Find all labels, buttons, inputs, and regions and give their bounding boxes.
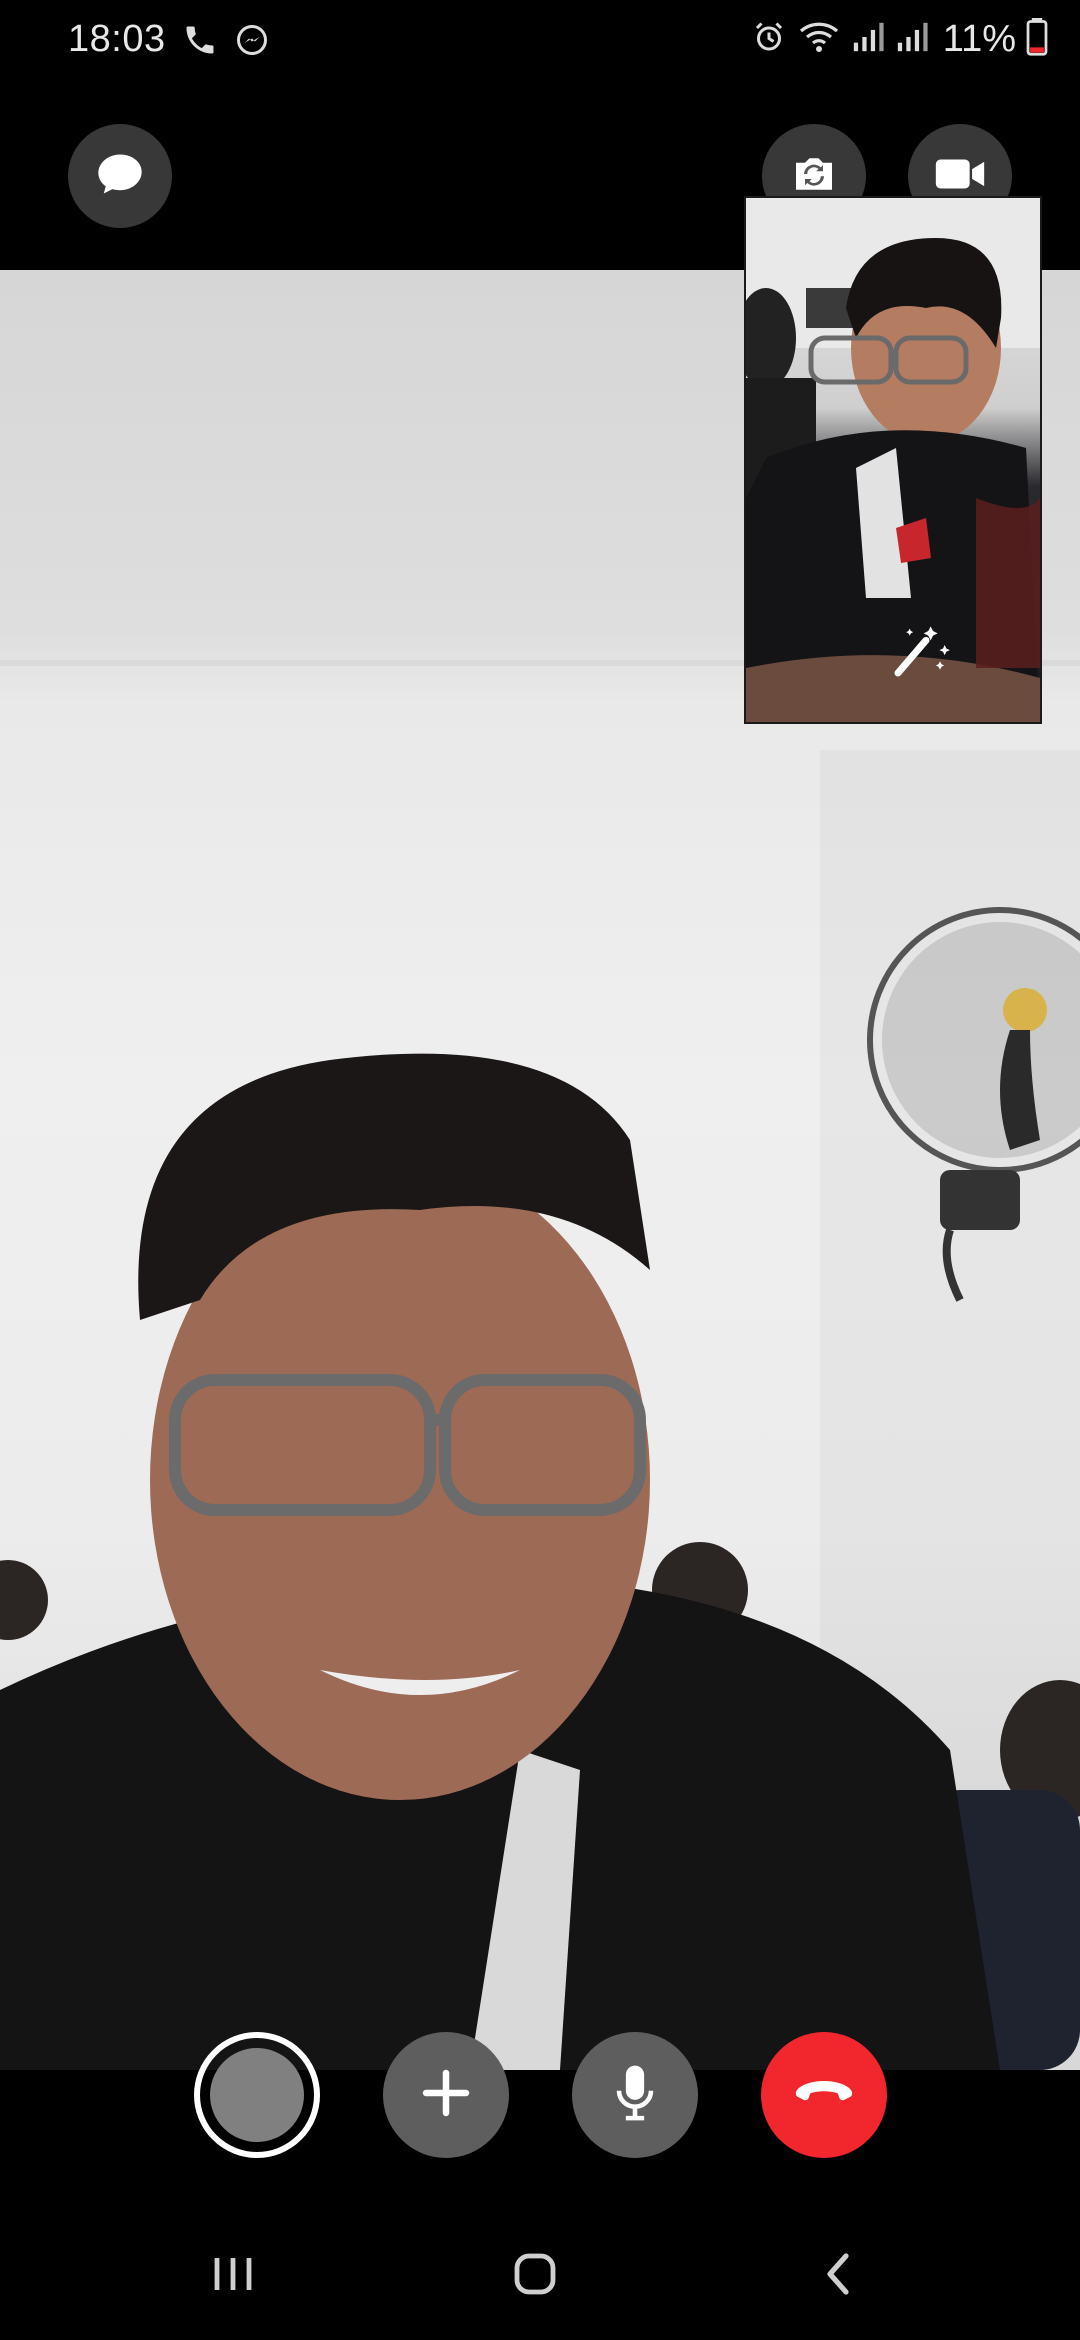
microphone-icon	[607, 2061, 663, 2130]
mute-button[interactable]	[572, 2032, 698, 2158]
magic-wand-icon[interactable]	[884, 621, 954, 688]
end-call-icon	[792, 2073, 856, 2118]
self-view-video[interactable]	[744, 196, 1042, 724]
back-icon	[820, 2250, 856, 2303]
home-button[interactable]	[495, 2246, 575, 2306]
recent-apps-icon	[211, 2254, 255, 2299]
battery-percent: 11%	[942, 18, 1016, 60]
capture-button[interactable]	[194, 2032, 320, 2158]
call-controls-bar	[0, 2070, 1080, 2200]
battery-low-icon	[1026, 18, 1048, 61]
end-call-button[interactable]	[761, 2032, 887, 2158]
phone-icon	[182, 22, 218, 63]
chat-button[interactable]	[68, 124, 172, 228]
messenger-icon	[234, 22, 270, 63]
back-button[interactable]	[798, 2246, 878, 2306]
signal-icon	[895, 19, 929, 60]
chat-bubble-icon	[94, 148, 146, 205]
capture-shutter-icon	[210, 2048, 304, 2142]
signal-icon	[851, 19, 885, 60]
status-bar: 18:03 11%	[0, 0, 1080, 84]
status-time: 18:03	[68, 18, 166, 60]
alarm-icon	[751, 19, 787, 60]
add-participant-button[interactable]	[383, 2032, 509, 2158]
home-icon	[511, 2250, 559, 2303]
plus-icon	[416, 2063, 476, 2128]
recent-apps-button[interactable]	[193, 2246, 273, 2306]
wifi-icon	[797, 19, 841, 60]
